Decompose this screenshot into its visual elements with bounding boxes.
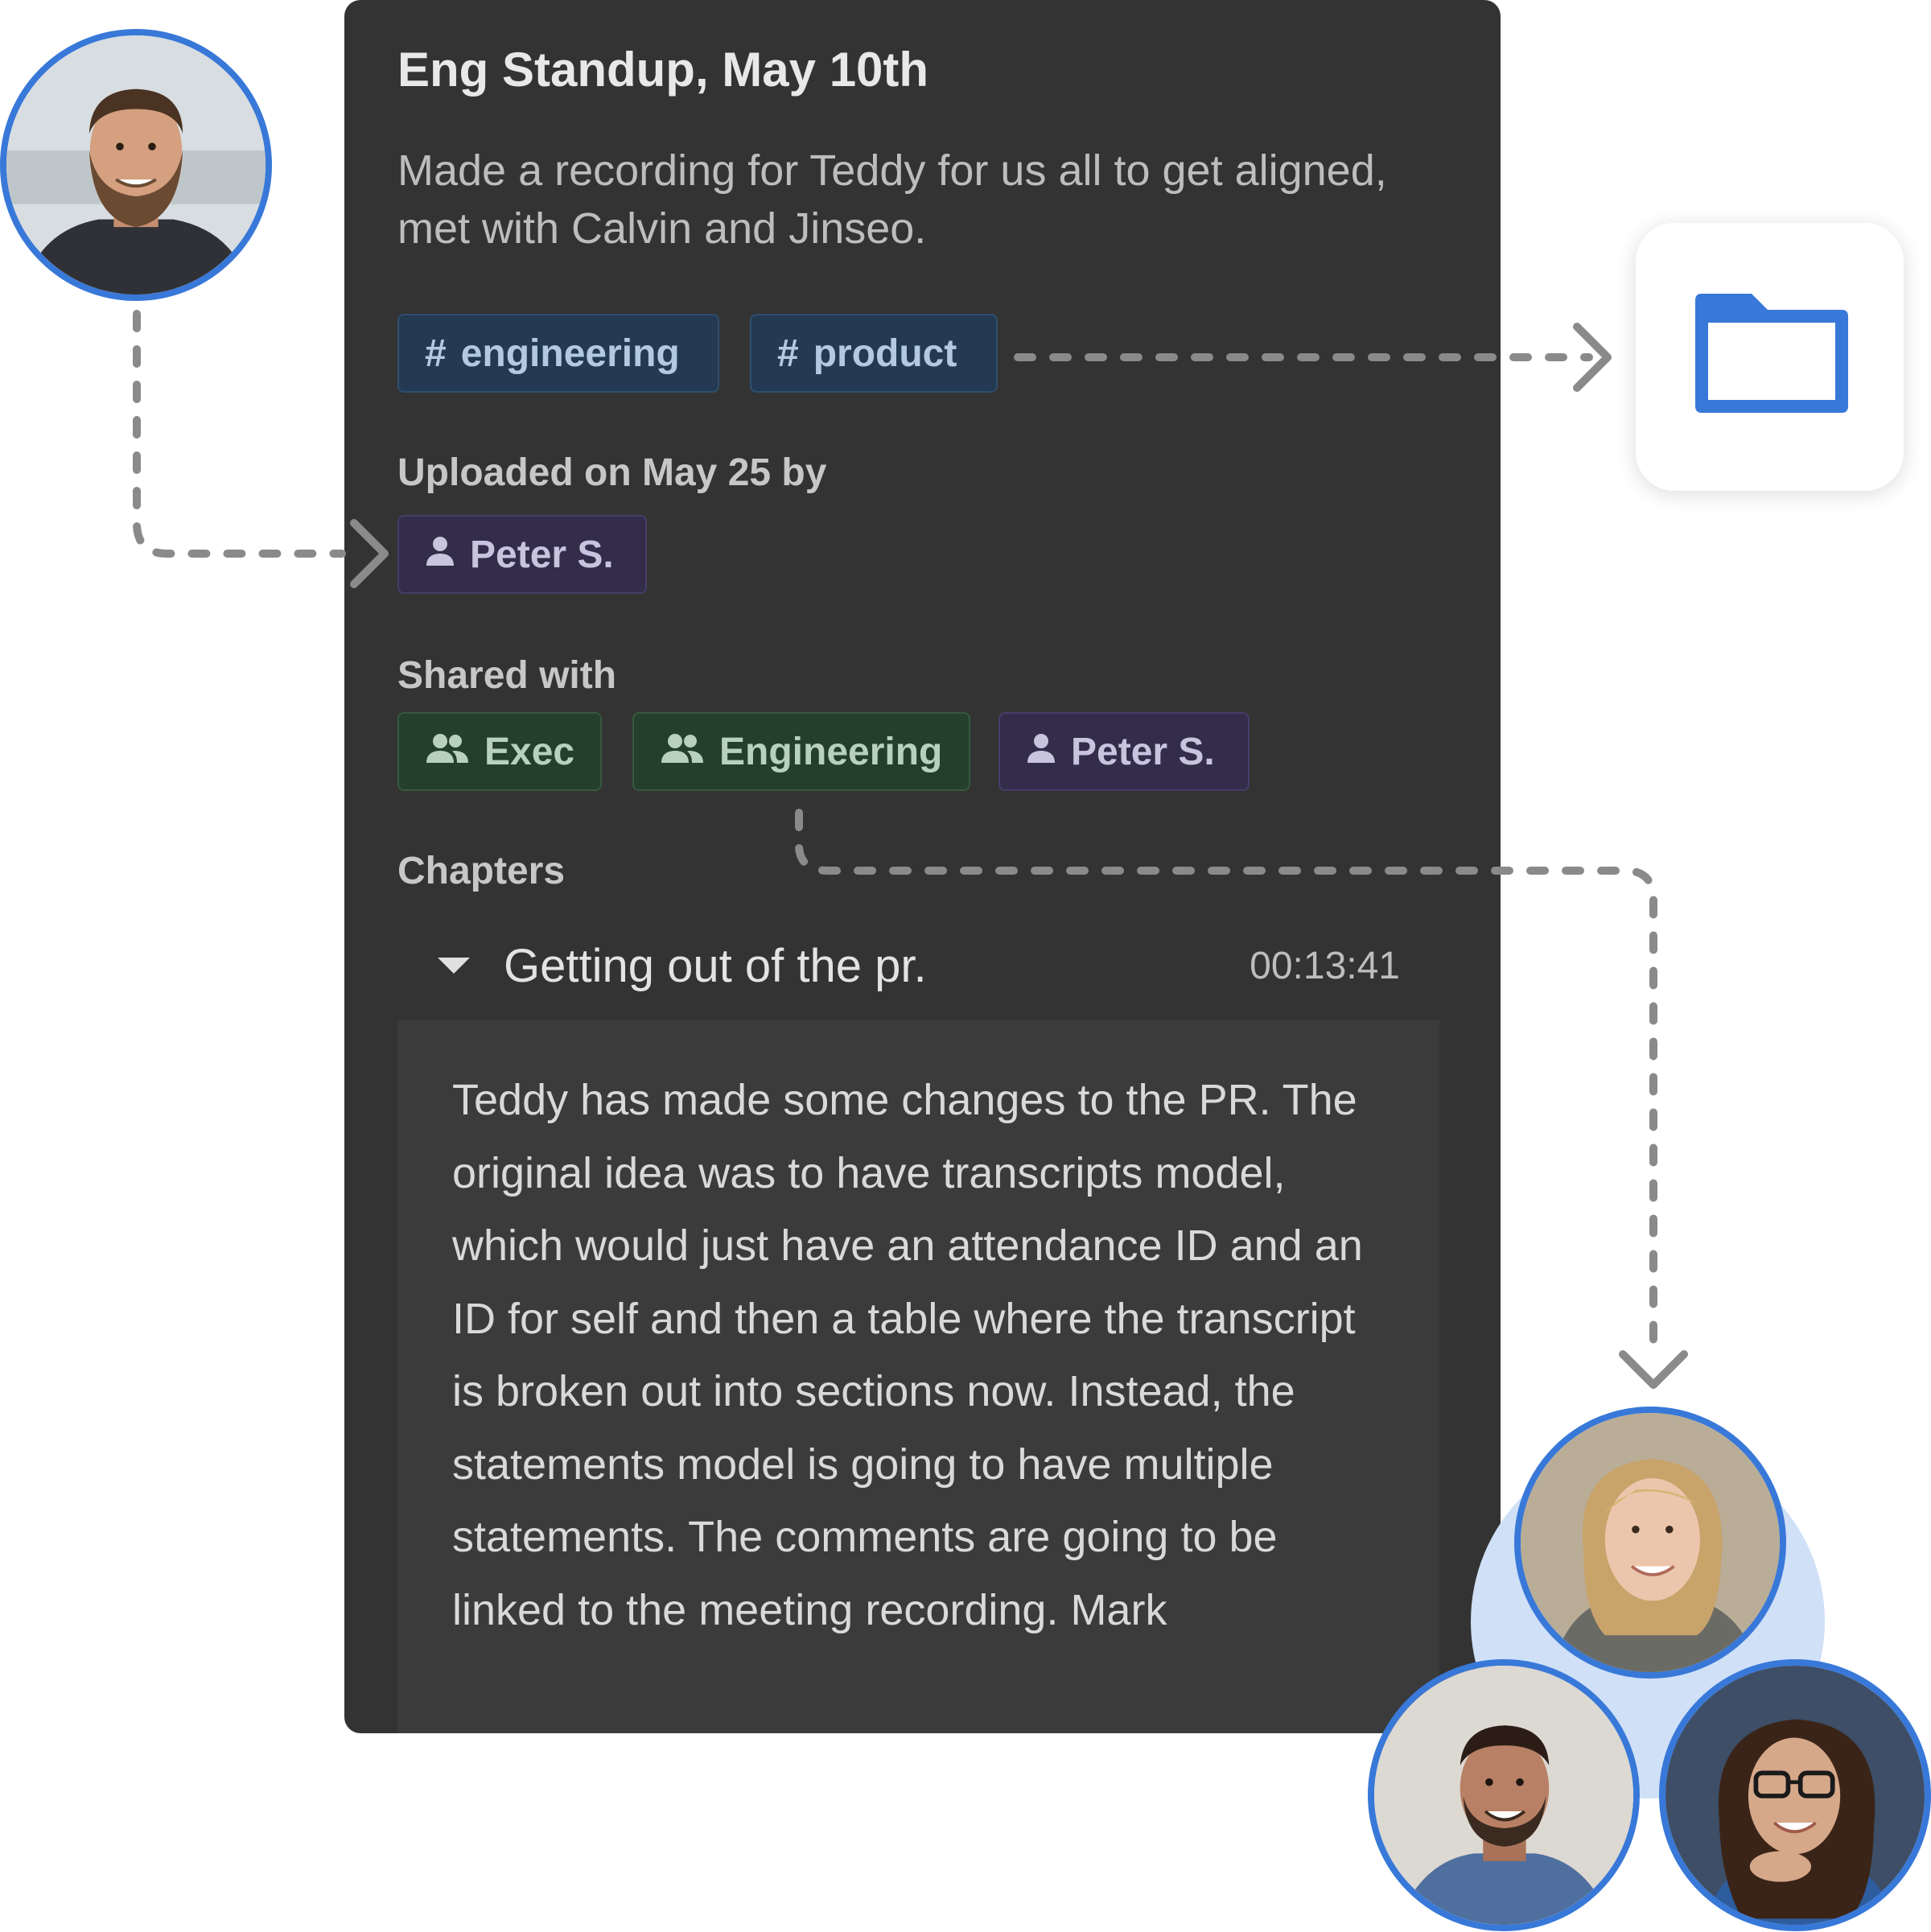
shared-avatar-man-smiling [1368, 1659, 1640, 1931]
shared-connector [795, 809, 1657, 1344]
uploader-connector [133, 310, 346, 558]
bearded-man-photo [6, 35, 266, 295]
folder-icon [1695, 294, 1848, 413]
shared-avatar-woman-glasses [1659, 1659, 1931, 1931]
woman-with-glasses-photo [1665, 1666, 1925, 1925]
chevron-arrow-icon [350, 519, 389, 588]
folder-card[interactable] [1636, 223, 1904, 491]
smiling-man-photo [1374, 1666, 1633, 1925]
blonde-woman-photo [1521, 1413, 1780, 1672]
chevron-arrow-icon [1619, 1350, 1688, 1389]
uploader-avatar [0, 29, 272, 301]
shared-avatar-woman-blonde [1514, 1407, 1786, 1679]
